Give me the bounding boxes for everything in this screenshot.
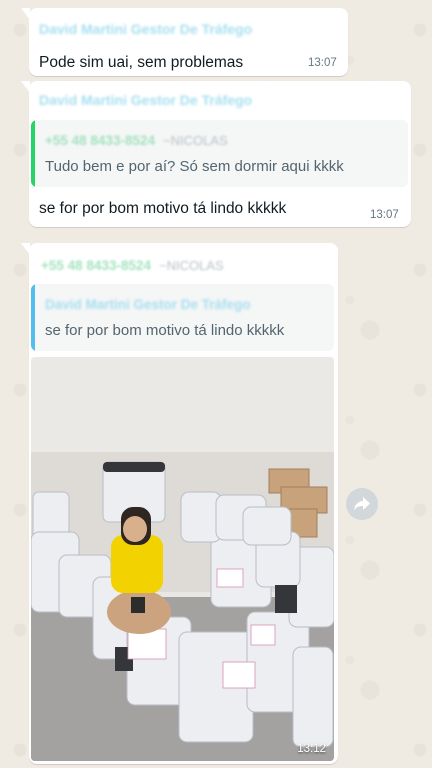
quote-bar: [31, 120, 35, 187]
image-time: 13:12: [297, 743, 326, 755]
message-sender-phone[interactable]: +55 48 8433-8524: [41, 258, 151, 273]
message-text: se for por bom motivo tá lindo kkkkk: [39, 200, 287, 217]
message-sender-name: ~NICOLAS: [158, 258, 224, 273]
message-time: 13:07: [308, 57, 337, 69]
forward-share-icon: [354, 497, 370, 511]
message-image[interactable]: 13:12: [31, 357, 334, 761]
quote-bar: [31, 284, 35, 351]
quoted-sender-name: ~NICOLAS: [162, 133, 228, 148]
message-bubble-1[interactable]: David Martini Gestor De Tráfego Pode sim…: [21, 8, 348, 76]
message-sender[interactable]: David Martini Gestor De Tráfego: [39, 92, 252, 108]
message-sender[interactable]: David Martini Gestor De Tráfego: [39, 21, 252, 37]
forward-button[interactable]: [346, 488, 378, 520]
message-text: Pode sim uai, sem problemas: [39, 54, 244, 71]
quoted-text: se for por bom motivo tá lindo kkkkk: [45, 322, 285, 339]
quoted-message[interactable]: +55 48 8433-8524 ~NICOLAS Tudo bem e por…: [31, 120, 408, 187]
quoted-sender-phone: +55 48 8433-8524: [45, 133, 155, 148]
message-bubble-2[interactable]: David Martini Gestor De Tráfego +55 48 8…: [21, 81, 411, 227]
quoted-text: Tudo bem e por aí? Só sem dormir aqui kk…: [45, 158, 344, 175]
message-time: 13:07: [370, 209, 399, 221]
quoted-sender: David Martini Gestor De Tráfego: [45, 297, 251, 312]
quoted-message[interactable]: David Martini Gestor De Tráfego se for p…: [31, 284, 334, 351]
photo-scene: [31, 357, 334, 761]
